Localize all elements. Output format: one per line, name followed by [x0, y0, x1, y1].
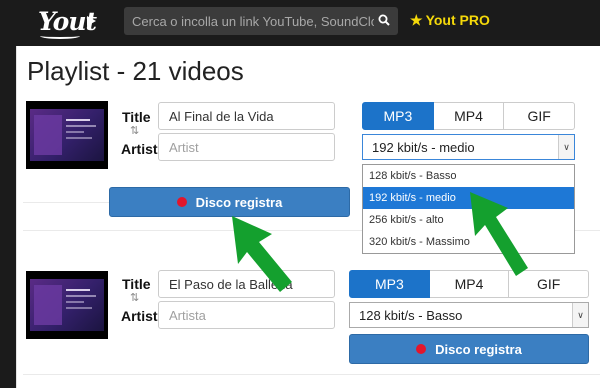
- pro-label: Yout PRO: [425, 12, 490, 28]
- record-label: Disco registra: [195, 194, 283, 210]
- quality-select[interactable]: 128 kbit/s - Basso ∨: [349, 302, 589, 328]
- swap-icon[interactable]: ⇅: [130, 291, 139, 304]
- format-mp4-tab[interactable]: MP4: [433, 102, 505, 130]
- artist-label: Artist: [121, 308, 158, 324]
- video-thumbnail[interactable]: [26, 101, 108, 169]
- chevron-down-icon[interactable]: ∨: [572, 303, 588, 327]
- quality-selected: 192 kbit/s - medio: [372, 139, 475, 155]
- video-thumbnail[interactable]: [26, 271, 108, 339]
- top-bar: Yout ★Yout PRO: [0, 0, 600, 46]
- format-mp3-tab[interactable]: MP3: [362, 102, 434, 130]
- record-dot-icon: [416, 344, 427, 354]
- play-icon: [87, 16, 96, 26]
- artist-label: Artist: [121, 141, 158, 157]
- pro-link[interactable]: ★ Yout PRO: [410, 12, 490, 29]
- thumbnail-image: [30, 279, 104, 331]
- arrow-pointer-icon: [232, 216, 292, 292]
- swap-icon[interactable]: ⇅: [130, 124, 139, 137]
- format-selector: MP3 MP4 GIF: [362, 102, 576, 130]
- quality-select[interactable]: 192 kbit/s - medio ∨: [362, 134, 575, 160]
- chevron-down-icon[interactable]: ∨: [558, 135, 574, 159]
- title-label: Title: [122, 109, 151, 125]
- quality-option[interactable]: 128 kbit/s - Basso: [363, 165, 574, 187]
- arrow-pointer-icon: [470, 192, 528, 276]
- format-gif-tab[interactable]: GIF: [504, 102, 576, 130]
- record-button[interactable]: Disco registra: [349, 334, 589, 364]
- thumbnail-image: [30, 109, 104, 161]
- record-button[interactable]: Disco registra: [109, 187, 350, 217]
- search-input[interactable]: [124, 7, 374, 35]
- logo-swoosh: [40, 33, 80, 39]
- search-icon[interactable]: [378, 14, 390, 26]
- record-dot-icon: [176, 197, 187, 207]
- title-input[interactable]: [158, 102, 335, 130]
- artist-input[interactable]: [158, 301, 335, 329]
- search-box: [124, 7, 398, 35]
- yout-logo[interactable]: Yout: [38, 3, 100, 41]
- page-title: Playlist - 21 videos: [27, 56, 244, 86]
- record-label: Disco registra: [435, 341, 522, 357]
- star-icon: ★: [410, 12, 423, 28]
- artist-input[interactable]: [158, 133, 335, 161]
- format-mp3-tab[interactable]: MP3: [349, 270, 430, 298]
- quality-selected: 128 kbit/s - Basso: [359, 307, 463, 323]
- title-label: Title: [122, 276, 151, 292]
